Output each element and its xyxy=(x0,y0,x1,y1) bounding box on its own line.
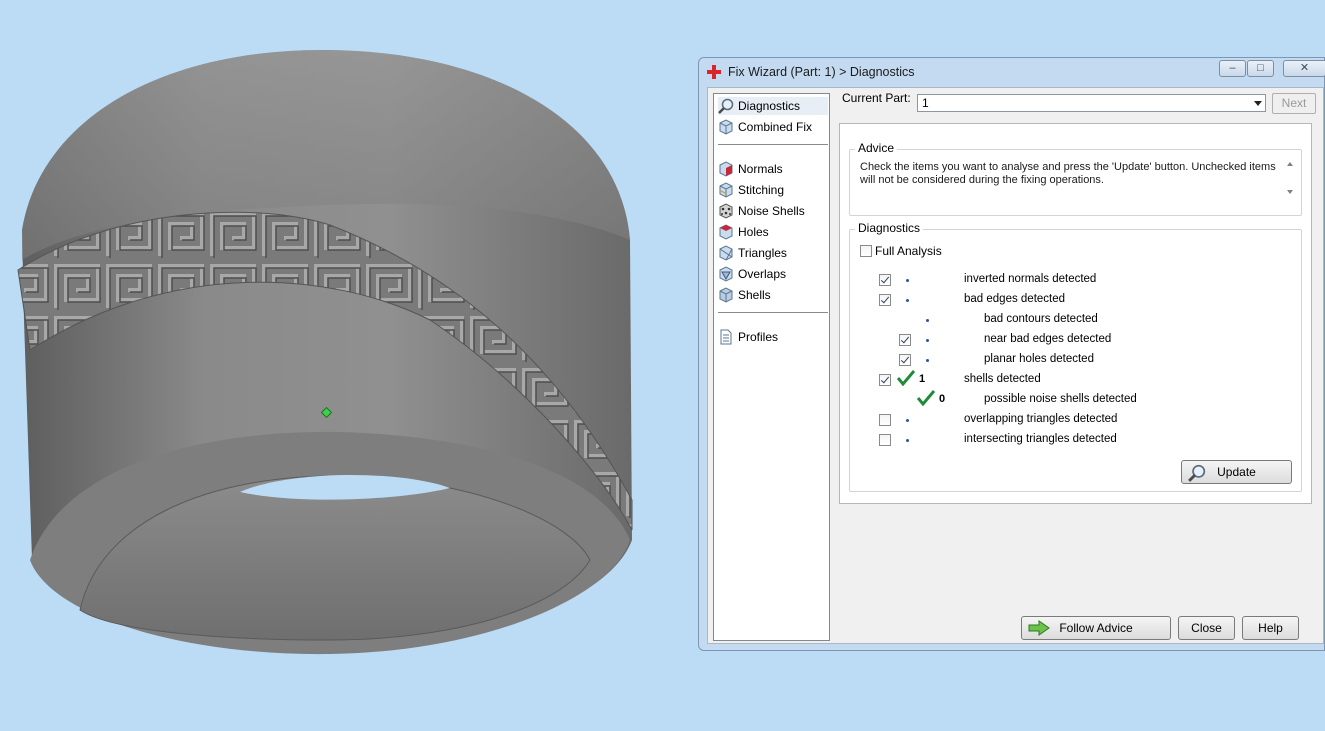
inverted-normals-checkbox[interactable] xyxy=(879,274,891,286)
diag-row-label: possible noise shells detected xyxy=(984,393,1137,405)
window-title: Fix Wizard (Part: 1) > Diagnostics xyxy=(728,65,915,79)
advice-title: Advice xyxy=(855,141,898,155)
diag-row-label: bad edges detected xyxy=(964,293,1066,305)
near-bad-edges-checkbox[interactable] xyxy=(899,334,911,346)
nav-item-profiles[interactable]: Profiles xyxy=(718,328,828,346)
nav-item-noise-shells[interactable]: Noise Shells xyxy=(718,202,828,220)
3d-viewport[interactable] xyxy=(0,0,700,731)
full-analysis-label: Full Analysis xyxy=(875,244,942,258)
nav-label: Profiles xyxy=(738,330,779,344)
close-button[interactable]: Close xyxy=(1178,616,1235,640)
advice-text: Check the items you want to analyse and … xyxy=(860,161,1276,186)
noise-shells-icon xyxy=(718,203,734,219)
holes-cube-icon xyxy=(718,224,734,240)
diag-row-label: planar holes detected xyxy=(984,353,1094,365)
green-check-icon xyxy=(897,370,915,386)
wizard-nav: Diagnostics Combined Fix Normals Stitchi… xyxy=(713,93,830,641)
overlaps-cube-icon xyxy=(718,266,734,282)
scroll-down-icon[interactable] xyxy=(1287,190,1293,194)
help-label: Help xyxy=(1258,621,1283,635)
update-button[interactable]: Update xyxy=(1181,460,1292,484)
fix-wizard-window: Fix Wizard (Part: 1) > Diagnostics – □ ✕… xyxy=(698,57,1325,651)
shells-cube-icon xyxy=(718,287,734,303)
diag-row-label: near bad edges detected xyxy=(984,333,1112,345)
magnifier-icon xyxy=(1188,464,1206,482)
diag-row-label: inverted normals detected xyxy=(964,273,1097,285)
nav-label: Noise Shells xyxy=(738,204,805,218)
status-dot xyxy=(906,299,909,302)
diagnostics-group: Diagnostics Full Analysis inverted norma… xyxy=(849,221,1302,492)
nav-separator xyxy=(718,144,828,145)
stitching-cube-icon xyxy=(718,182,734,198)
nav-item-diagnostics[interactable]: Diagnostics xyxy=(718,97,828,115)
full-analysis-checkbox[interactable] xyxy=(860,245,872,257)
diagnostics-title: Diagnostics xyxy=(855,221,924,235)
intersecting-triangles-checkbox[interactable] xyxy=(879,434,891,446)
diag-row-label: overlapping triangles detected xyxy=(964,413,1118,425)
nav-label: Shells xyxy=(738,288,771,302)
status-dot xyxy=(906,279,909,282)
diag-count: 0 xyxy=(939,393,946,405)
nav-separator xyxy=(718,312,828,313)
advice-group: Advice Check the items you want to analy… xyxy=(849,141,1302,216)
status-dot xyxy=(906,419,909,422)
shells-checkbox[interactable] xyxy=(879,374,891,386)
minimize-button[interactable]: – xyxy=(1219,60,1246,77)
green-arrow-icon xyxy=(1028,620,1050,636)
current-part-value: 1 xyxy=(922,96,929,110)
diag-row-label: bad contours detected xyxy=(984,313,1098,325)
status-dot xyxy=(926,319,929,322)
scroll-up-icon[interactable] xyxy=(1287,162,1293,166)
diagnostics-panel: Advice Check the items you want to analy… xyxy=(839,123,1312,504)
nav-item-shells[interactable]: Shells xyxy=(718,286,828,304)
update-label: Update xyxy=(1217,465,1256,479)
diag-row-label: intersecting triangles detected xyxy=(964,433,1117,445)
minimize-icon: – xyxy=(1229,62,1236,74)
green-check-icon xyxy=(917,390,935,406)
dialog-client: Diagnostics Combined Fix Normals Stitchi… xyxy=(707,87,1324,644)
status-dot xyxy=(906,439,909,442)
status-dot xyxy=(926,359,929,362)
overlapping-triangles-checkbox[interactable] xyxy=(879,414,891,426)
close-window-button[interactable]: ✕ xyxy=(1283,60,1325,77)
next-button[interactable]: Next xyxy=(1272,93,1316,114)
close-icon: ✕ xyxy=(1299,62,1310,74)
diag-count: 1 xyxy=(919,373,926,385)
nav-label: Stitching xyxy=(738,183,785,197)
help-button[interactable]: Help xyxy=(1242,616,1299,640)
status-dot xyxy=(926,339,929,342)
nav-label: Combined Fix xyxy=(738,120,813,134)
magnifier-icon xyxy=(718,98,734,114)
diag-row-label: shells detected xyxy=(964,373,1041,385)
nav-label: Overlaps xyxy=(738,267,787,281)
nav-item-triangles[interactable]: Triangles xyxy=(718,244,828,262)
follow-advice-label: Follow Advice xyxy=(1059,621,1133,635)
maximize-icon: □ xyxy=(1257,62,1264,74)
nav-item-combined-fix[interactable]: Combined Fix xyxy=(718,118,828,136)
bad-edges-checkbox[interactable] xyxy=(879,294,891,306)
current-part-label: Current Part: xyxy=(842,91,911,105)
nav-item-holes[interactable]: Holes xyxy=(718,223,828,241)
maximize-button[interactable]: □ xyxy=(1247,60,1274,77)
title-bar[interactable]: Fix Wizard (Part: 1) > Diagnostics – □ ✕ xyxy=(699,58,1325,86)
nav-label: Normals xyxy=(738,162,783,176)
normals-cube-icon xyxy=(718,161,734,177)
nav-label: Holes xyxy=(738,225,769,239)
current-part-select[interactable]: 1 xyxy=(917,94,1266,112)
chevron-down-icon xyxy=(1254,101,1262,106)
nav-item-stitching[interactable]: Stitching xyxy=(718,181,828,199)
nav-item-normals[interactable]: Normals xyxy=(718,160,828,178)
cube-icon xyxy=(718,119,734,135)
red-cross-icon xyxy=(707,65,721,79)
nav-item-overlaps[interactable]: Overlaps xyxy=(718,265,828,283)
ring-model xyxy=(17,49,633,655)
document-icon xyxy=(718,329,734,345)
follow-advice-button[interactable]: Follow Advice xyxy=(1021,616,1171,640)
nav-label: Diagnostics xyxy=(738,99,801,113)
triangles-cube-icon xyxy=(718,245,734,261)
nav-label: Triangles xyxy=(738,246,787,260)
planar-holes-checkbox[interactable] xyxy=(899,354,911,366)
close-label: Close xyxy=(1191,621,1222,635)
